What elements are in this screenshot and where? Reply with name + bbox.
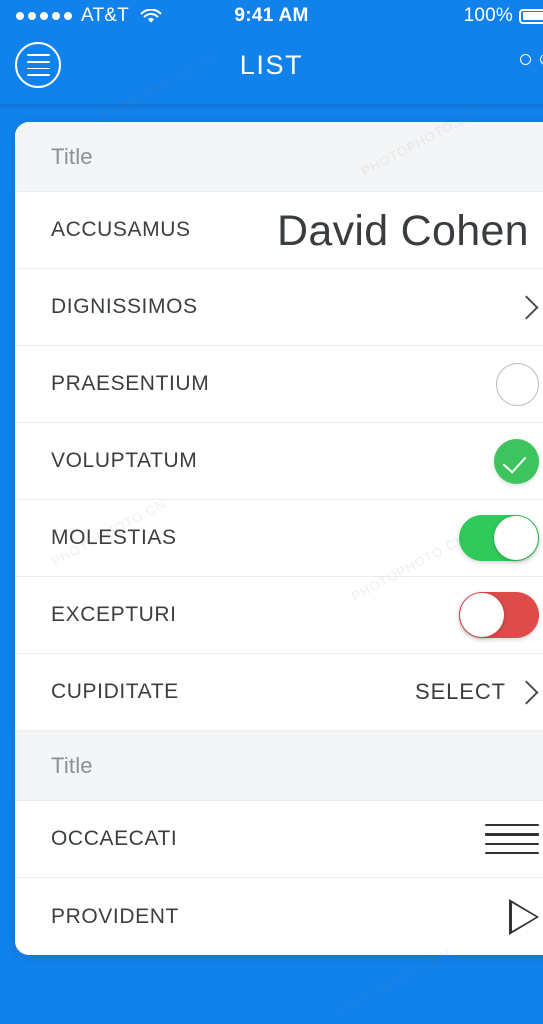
reorder-handle-icon[interactable] <box>485 823 539 855</box>
checkmark-circle-icon[interactable] <box>494 438 539 484</box>
toggle-knob <box>460 593 504 637</box>
status-bar: AT&T 9:41 AM 100% <box>0 0 543 32</box>
row-accessory: SELECT <box>415 679 539 705</box>
row-accessory <box>494 438 539 484</box>
row-label: CUPIDITATE <box>51 680 179 703</box>
status-bar-right: 100% <box>464 0 543 32</box>
watermark: PHOTOPHOTO.CN <box>333 945 454 1020</box>
more-dots-icon[interactable] <box>520 54 543 65</box>
section-header-label: Title <box>51 143 93 169</box>
list-row-cupiditate[interactable]: CUPIDITATE SELECT <box>15 654 543 731</box>
row-label: PRAESENTIUM <box>51 372 210 395</box>
list-row-provident[interactable]: PROVIDENT <box>15 878 543 955</box>
radio-unchecked-icon[interactable] <box>496 362 539 406</box>
list-row-occaecati[interactable]: OCCAECATI <box>15 801 543 878</box>
section-header-label: Title <box>51 752 93 778</box>
toggle-knob <box>494 516 538 560</box>
list-row-praesentium[interactable]: PRAESENTIUM <box>15 346 543 423</box>
list-row-accusamus[interactable]: ACCUSAMUS David Cohen <box>15 192 543 269</box>
row-accessory <box>485 823 539 855</box>
toggle-switch-on[interactable] <box>459 515 539 561</box>
list-row-molestias[interactable]: MOLESTIAS <box>15 500 543 577</box>
toggle-switch-off[interactable] <box>459 592 539 638</box>
row-accessory <box>496 362 539 406</box>
list-row-excepturi[interactable]: EXCEPTURI <box>15 577 543 654</box>
row-accessory <box>459 592 539 638</box>
row-label: PROVIDENT <box>51 904 179 928</box>
navigation-bar: LIST <box>0 32 543 104</box>
row-label: EXCEPTURI <box>51 603 177 626</box>
row-accessory <box>459 515 539 561</box>
status-bar-time: 9:41 AM <box>234 5 309 26</box>
row-label: DIGNISSIMOS <box>51 295 198 318</box>
row-label: ACCUSAMUS <box>51 218 191 241</box>
row-label: MOLESTIAS <box>51 526 177 549</box>
section-header: Title <box>15 122 543 192</box>
select-value-label: SELECT <box>415 679 506 704</box>
row-accessory <box>514 294 539 320</box>
phone-screen: AT&T 9:41 AM 100% LIST Title ACCUSAMUS D… <box>0 0 543 1024</box>
row-label: OCCAECATI <box>51 827 178 850</box>
battery-full-icon <box>519 8 543 24</box>
chevron-right-icon <box>514 679 539 705</box>
play-triangle-icon[interactable] <box>509 898 539 935</box>
row-value: David Cohen <box>277 207 529 255</box>
row-label: VOLUPTATUM <box>51 449 198 472</box>
row-accessory <box>509 898 539 935</box>
page-title: LIST <box>239 50 304 80</box>
list-card: Title ACCUSAMUS David Cohen DIGNISSIMOS … <box>15 122 543 955</box>
battery-percent-label: 100% <box>463 5 513 26</box>
list-row-voluptatum[interactable]: VOLUPTATUM <box>15 423 543 500</box>
nav-bar-shadow <box>0 104 543 110</box>
list-row-dignissimos[interactable]: DIGNISSIMOS <box>15 269 543 346</box>
chevron-right-icon <box>514 294 539 320</box>
section-header: Title <box>15 731 543 801</box>
